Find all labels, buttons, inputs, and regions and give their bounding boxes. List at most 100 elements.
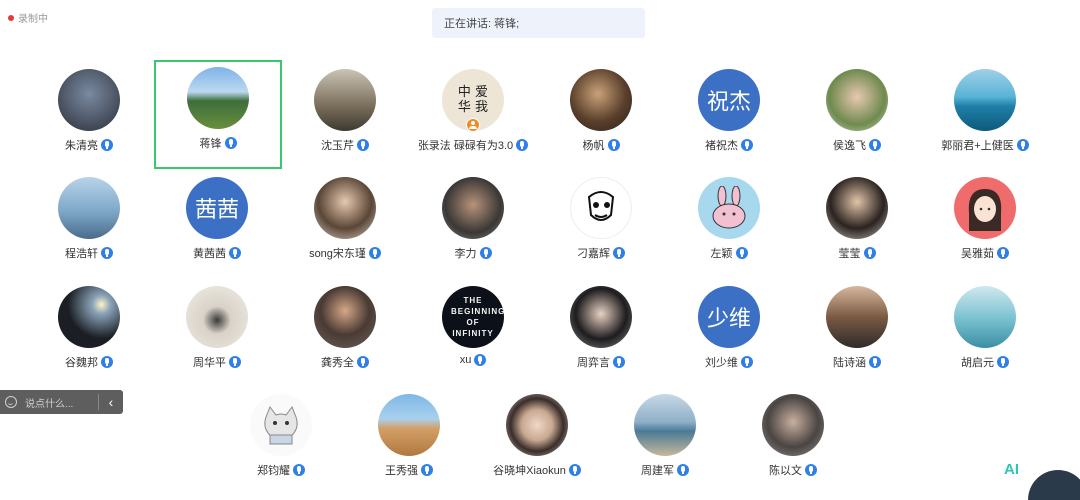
mic-icon (869, 356, 881, 368)
avatar (826, 286, 888, 348)
participant-tile[interactable]: 茜茜 黄茜茜 (153, 170, 281, 278)
participant-name: 朱清亮 (65, 140, 98, 152)
mic-icon (805, 464, 817, 476)
mic-icon (474, 354, 487, 366)
mic-icon (224, 137, 237, 149)
chat-input-placeholder[interactable]: 说点什么... (25, 395, 98, 410)
participant-tile[interactable]: 周弈言 (537, 279, 665, 387)
participant-tile[interactable]: 周华平 (153, 279, 281, 387)
avatar (954, 286, 1016, 348)
mic-icon (101, 247, 113, 259)
participant-tile[interactable]: 谷魏邦 (25, 279, 153, 387)
avatar: 茜茜 (186, 177, 248, 239)
participant-tile[interactable]: 中 爱 华 我 张录法 碌碌有为3.0 (409, 62, 537, 170)
cartoon-cat-icon (264, 405, 298, 445)
participant-tile[interactable]: 郑钧耀 (217, 387, 345, 495)
mic-icon (293, 464, 305, 476)
participant-name: 周华平 (193, 357, 226, 369)
participant-name: 左颖 (710, 248, 733, 260)
mic-icon (997, 356, 1009, 368)
emoji-icon[interactable] (5, 396, 17, 408)
avatar: THE BEGINNING OF INFINITY (442, 286, 504, 348)
participant-tile-active-speaker[interactable]: 蒋锋 (154, 60, 282, 169)
mic-icon (735, 247, 748, 259)
mic-icon (368, 247, 381, 259)
avatar (506, 394, 568, 456)
recording-label: 录制中 (18, 14, 48, 25)
participant-tile[interactable]: 沈玉芹 (281, 62, 409, 170)
mic-icon (421, 464, 433, 476)
host-icon (466, 118, 480, 132)
participant-tile[interactable]: 龚秀全 (281, 279, 409, 387)
participant-tile[interactable]: 刁嘉辉 (537, 170, 665, 278)
participant-tile[interactable]: 胡启元 (921, 279, 1049, 387)
mic-icon (229, 247, 241, 259)
chat-input-bar[interactable]: 说点什么... ‹ (0, 390, 123, 414)
participant-name: 褚祝杰 (705, 140, 738, 152)
avatar-initials: 茜茜 (194, 197, 239, 222)
participant-tile[interactable]: 陈以文 (729, 387, 857, 495)
participant-tile[interactable]: 杨帆 (537, 62, 665, 170)
participant-name: 周弈言 (577, 357, 610, 369)
avatar: 少维 (698, 286, 760, 348)
participant-tile[interactable]: 朱清亮 (25, 62, 153, 170)
avatar-calligraphy-text: 中 爱 华 我 (457, 85, 489, 115)
mic-icon (479, 247, 492, 259)
participant-tile[interactable]: 左颖 (665, 170, 793, 278)
avatar (186, 286, 248, 348)
avatar (826, 177, 888, 239)
ai-assistant-badge[interactable]: AI (1004, 461, 1019, 478)
mic-icon (741, 356, 753, 368)
avatar (442, 177, 504, 239)
participant-tile[interactable]: 郭丽君+上健医 (921, 62, 1049, 170)
participant-name: 王秀强 (385, 465, 418, 477)
participant-tile[interactable]: 程浩轩 (25, 170, 153, 278)
participant-tile[interactable]: 吴雅茹 (921, 170, 1049, 278)
participant-name: 程浩轩 (65, 248, 98, 260)
participant-tile[interactable]: 周建军 (601, 387, 729, 495)
participant-tile[interactable]: 谷晓坤Xiaokun (473, 387, 601, 495)
participant-name: song宋东瑾 (309, 248, 366, 260)
avatar-initials: 祝杰 (706, 89, 751, 114)
mic-icon (101, 139, 113, 151)
participant-tile[interactable]: 李力 (409, 170, 537, 278)
participant-name: 龚秀全 (321, 357, 354, 369)
participant-name: 刘少维 (705, 357, 738, 369)
participant-tile[interactable]: 王秀强 (345, 387, 473, 495)
participant-name: 沈玉芹 (321, 140, 354, 152)
mic-icon (357, 356, 369, 368)
avatar (250, 394, 312, 456)
participant-name: xu (459, 354, 472, 366)
avatar (954, 69, 1016, 131)
participant-name: 杨帆 (582, 140, 605, 152)
participant-tile[interactable]: 祝杰 褚祝杰 (665, 62, 793, 170)
participant-name: 莹莹 (838, 248, 861, 260)
participant-name: 周建军 (641, 465, 674, 477)
mic-icon (869, 139, 881, 151)
avatar-book-cover-text: THE BEGINNING OF INFINITY (451, 296, 504, 338)
avatar (570, 177, 632, 239)
participant-tile[interactable]: song宋东瑾 (281, 170, 409, 278)
record-dot-icon (8, 14, 14, 21)
collapse-chevron-icon[interactable]: ‹ (99, 394, 123, 410)
participant-tile[interactable]: 侯逸飞 (793, 62, 921, 170)
avatar-initials: 少维 (706, 306, 751, 331)
participant-tile[interactable]: 莹莹 (793, 170, 921, 278)
participant-tile[interactable]: 陆诗涵 (793, 279, 921, 387)
participant-tile[interactable]: THE BEGINNING OF INFINITY xu (409, 279, 537, 387)
mic-icon (863, 247, 876, 259)
mic-icon (568, 464, 581, 476)
participant-tile[interactable]: 少维 刘少维 (665, 279, 793, 387)
speaker-banner-text: 正在讲话: 蒋锋; (444, 18, 520, 30)
participant-name: 郭丽君+上健医 (941, 140, 1014, 152)
mic-icon (229, 356, 241, 368)
avatar (58, 69, 120, 131)
sketch-portrait-icon (587, 191, 615, 221)
avatar (187, 67, 249, 129)
mic-icon (677, 464, 689, 476)
avatar (698, 177, 760, 239)
participant-name: 谷晓坤Xiaokun (493, 465, 566, 477)
participant-name: 蒋锋 (199, 138, 222, 150)
participant-name: 刁嘉辉 (577, 248, 610, 260)
floating-assistant-button[interactable] (1028, 470, 1080, 500)
